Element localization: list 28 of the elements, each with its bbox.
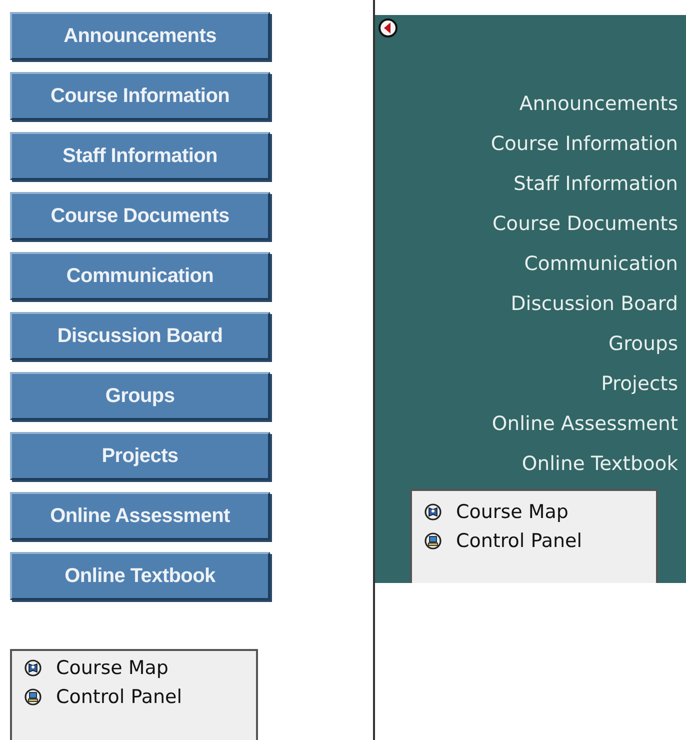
menu-button[interactable]: Course Information xyxy=(10,72,270,120)
computer-icon[interactable] xyxy=(424,532,442,550)
menu-button[interactable]: Communication xyxy=(10,252,270,300)
menu-button[interactable]: Announcements xyxy=(10,12,270,60)
menu-button[interactable]: Course Documents xyxy=(10,192,270,240)
computer-icon[interactable] xyxy=(24,688,42,706)
menu-link[interactable]: Communication xyxy=(524,244,678,284)
menu-button[interactable]: Projects xyxy=(10,432,270,480)
tool-link[interactable]: Course Map xyxy=(56,656,168,678)
menu-button[interactable]: Discussion Board xyxy=(10,312,270,360)
menu-link[interactable]: Course Information xyxy=(490,124,678,164)
menu-link[interactable]: Discussion Board xyxy=(510,284,678,324)
menu-link[interactable]: Groups xyxy=(608,324,678,364)
tool-link[interactable]: Control Panel xyxy=(56,686,182,708)
tool-link[interactable]: Course Map xyxy=(456,500,568,522)
menu-button[interactable]: Online Textbook xyxy=(10,552,270,600)
menu-link[interactable]: Online Textbook xyxy=(522,444,678,484)
menu-button[interactable]: Staff Information xyxy=(10,132,270,180)
menu-link[interactable]: Projects xyxy=(601,364,678,404)
book-icon[interactable] xyxy=(424,502,442,520)
menu-link[interactable]: Announcements xyxy=(519,84,678,124)
menu-button[interactable]: Online Assessment xyxy=(10,492,270,540)
book-icon[interactable] xyxy=(24,658,42,676)
menu-link[interactable]: Online Assessment xyxy=(492,404,678,444)
menu-link[interactable]: Staff Information xyxy=(514,164,678,204)
menu-button[interactable]: Groups xyxy=(10,372,270,420)
tool-link[interactable]: Control Panel xyxy=(456,530,582,552)
menu-link[interactable]: Course Documents xyxy=(492,204,678,244)
